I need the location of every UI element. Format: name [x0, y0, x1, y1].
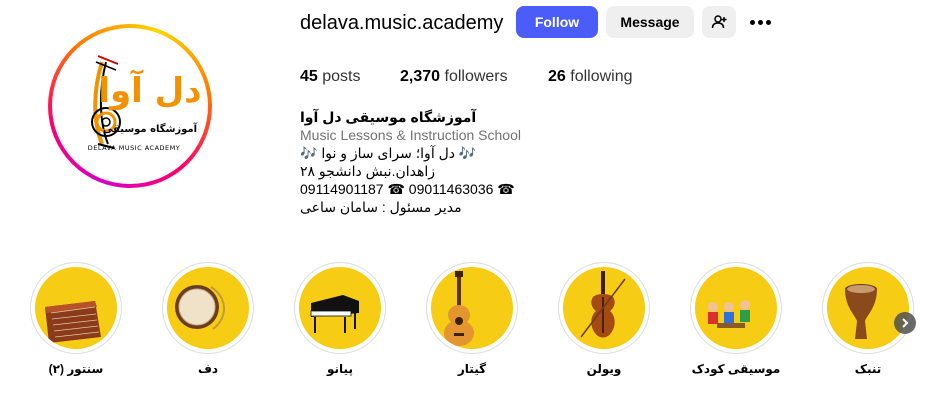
add-user-icon: [711, 15, 727, 29]
avatar-border: دل آوا آموزشگاه موسیقی DELAVA MUSIC ACAD…: [52, 28, 208, 184]
tombak-icon: [845, 284, 877, 339]
message-button[interactable]: Message: [606, 6, 694, 38]
next-highlights-button[interactable]: [894, 312, 916, 334]
highlight-label-santur: سنتور (۲): [48, 362, 104, 376]
highlight-violin[interactable]: [558, 262, 650, 354]
bio-line-4: مدیر مسئول : سامان ساعی: [300, 199, 462, 215]
highlight-label-tombak: تنبک: [854, 362, 882, 376]
highlight-label-kids-music: موسیقی کودک: [691, 362, 781, 376]
username: delava.music.academy: [300, 12, 504, 34]
bio-line-2: زاهدان.نبش دانشجو ۲۸: [300, 163, 436, 179]
piano-icon: [310, 295, 359, 333]
highlight-label-piano: پیانو: [327, 362, 353, 376]
followers-stat[interactable]: 2,370 followers: [400, 67, 508, 87]
highlight-guitar[interactable]: [426, 262, 518, 354]
followers-label: followers: [444, 68, 508, 85]
bio-category: Music Lessons & Instruction School: [300, 127, 521, 143]
posts-count: 45: [300, 68, 318, 85]
posts-stat: 45 posts: [300, 67, 361, 87]
highlight-label-daf: دف: [197, 362, 219, 376]
bio-name: آموزشگاه موسیقی دل آوا: [300, 109, 477, 125]
guitar-icon: [444, 271, 474, 346]
logo-subtitle-en: DELAVA MUSIC ACADEMY: [88, 144, 180, 152]
avatar-logo: دل آوا آموزشگاه موسیقی DELAVA MUSIC ACAD…: [58, 34, 202, 178]
suggested-users-button[interactable]: [702, 6, 736, 38]
santur-icon: [45, 301, 101, 343]
followers-count: 2,370: [400, 68, 441, 85]
profile-avatar[interactable]: دل آوا آموزشگاه موسیقی DELAVA MUSIC ACAD…: [48, 24, 212, 188]
following-stat[interactable]: 26 following: [548, 67, 633, 87]
logo-text: دل آوا: [98, 69, 201, 111]
chevron-right-icon: [902, 318, 909, 328]
highlight-kids-music[interactable]: [690, 262, 782, 354]
highlight-piano[interactable]: [294, 262, 386, 354]
highlight-tombak[interactable]: [822, 262, 914, 354]
logo-subtitle-fa: آموزشگاه موسیقی: [103, 122, 198, 135]
daf-icon: [175, 285, 225, 330]
kids-music-icon: [708, 300, 750, 328]
following-label: following: [570, 68, 633, 85]
highlight-label-violin: ویولن: [586, 362, 622, 376]
bio-line-3: 09114901187 ☎ 09011463036 ☎: [300, 181, 515, 197]
follow-button[interactable]: Follow: [516, 6, 598, 38]
bio-line-1: 🎶 دل آوا؛ سرای ساز و نوا 🎶: [300, 145, 477, 161]
highlight-label-guitar: گیتار: [457, 362, 487, 376]
posts-label: posts: [322, 68, 361, 85]
delava-logo-icon: دل آوا آموزشگاه موسیقی DELAVA MUSIC ACAD…: [88, 55, 202, 152]
highlight-santur[interactable]: [30, 262, 122, 354]
highlight-daf[interactable]: [162, 262, 254, 354]
violin-icon: [580, 271, 626, 338]
following-count: 26: [548, 68, 566, 85]
more-options-icon[interactable]: [748, 12, 772, 32]
